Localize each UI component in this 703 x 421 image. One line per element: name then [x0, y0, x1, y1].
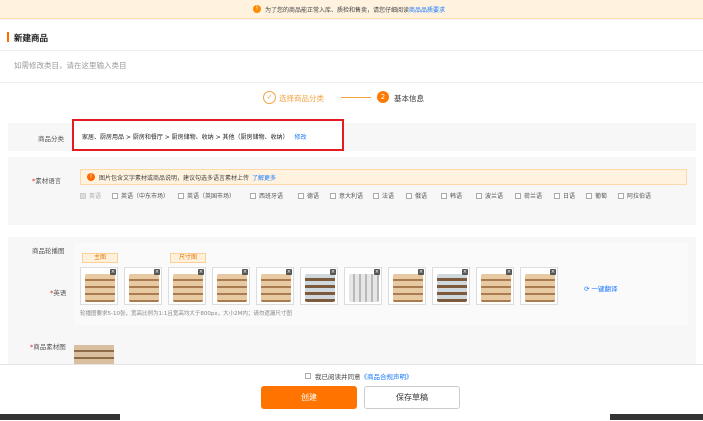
checkbox-icon[interactable]	[554, 192, 560, 199]
product-image-thumb[interactable]: ×	[344, 267, 382, 305]
main-image-tag: 主图	[82, 253, 118, 263]
title-accent-bar	[7, 32, 9, 42]
remove-image-icon[interactable]: ×	[462, 269, 468, 275]
product-image-thumb[interactable]: ×	[520, 267, 558, 305]
remove-image-icon[interactable]: ×	[242, 269, 248, 275]
checkbox-icon[interactable]	[330, 192, 336, 199]
language-option[interactable]: 英语（英国市场）	[178, 191, 235, 200]
product-image-thumb[interactable]: ×	[300, 267, 338, 305]
page-title: 新建商品	[14, 34, 49, 44]
checkbox-icon[interactable]	[178, 192, 184, 199]
carousel-images-label: 商品轮播图	[32, 247, 65, 255]
language-option[interactable]: 日语	[554, 191, 575, 200]
language-option[interactable]: 法语	[373, 191, 394, 200]
create-button[interactable]: 创建	[261, 386, 357, 409]
material-language-label: *素材语言	[32, 177, 62, 185]
language-tip-text: 图片包含文字素材或商品说明，建议勾选多语言素材上传 了解更多	[99, 175, 277, 182]
language-option[interactable]: 韩语	[441, 191, 462, 200]
checkbox-icon[interactable]	[515, 192, 521, 199]
product-image-thumb[interactable]: ×	[432, 267, 470, 305]
category-edit-link[interactable]: 修改	[295, 134, 307, 141]
notice-bar: ! 为了您的商品能正常入库、质检和售卖，请您仔细阅读商品品质要求	[0, 0, 703, 19]
checkbox-icon[interactable]	[298, 192, 304, 199]
language-option[interactable]: 英语	[80, 191, 101, 200]
material-language-row: *素材语言 ! 图片包含文字素材或商品说明，建议勾选多语言素材上传 了解更多 英语…	[8, 157, 696, 225]
product-image-thumb[interactable]: ×	[212, 267, 250, 305]
step-1-check-icon: ✓	[263, 91, 276, 104]
one-click-translate-button[interactable]: ⟳ 一键翻译	[584, 283, 618, 293]
agree-checkbox-row[interactable]: 我已阅读并同意 《商品合规声明》	[305, 371, 413, 381]
remove-image-icon[interactable]: ×	[506, 269, 512, 275]
step-2-label: 基本信息	[394, 94, 424, 103]
checkbox-icon[interactable]	[112, 192, 118, 199]
info-icon: !	[87, 173, 95, 181]
step-indicator: ✓ 选择商品分类 2 基本信息	[263, 91, 443, 105]
language-option[interactable]: 意大利语	[330, 191, 363, 200]
language-option[interactable]: 英语（中东市场）	[112, 191, 169, 200]
notice-text: 为了您的商品能正常入库、质检和售卖，请您仔细阅读商品品质要求	[265, 7, 446, 14]
category-label: 商品分类	[38, 135, 64, 143]
form-main: ✓ 选择商品分类 2 基本信息 商品分类 家居、厨房用品 > 厨房和餐厅 > 厨…	[0, 82, 703, 368]
learn-more-link[interactable]: 了解更多	[252, 175, 276, 182]
form-footer: 我已阅读并同意 《商品合规声明》 创建 保存草稿	[0, 364, 703, 421]
product-image-thumb[interactable]: ×	[388, 267, 426, 305]
language-option[interactable]: 德语	[298, 191, 319, 200]
product-image-thumb[interactable]: ×	[80, 267, 118, 305]
remove-image-icon[interactable]: ×	[198, 269, 204, 275]
warning-icon: !	[253, 5, 261, 13]
remove-image-icon[interactable]: ×	[110, 269, 116, 275]
product-image-thumb[interactable]: ×	[476, 267, 514, 305]
language-option[interactable]: 阿拉伯语	[618, 191, 651, 200]
carousel-images-row: 商品轮播图 主图 尺寸图 *英语 × × × × × × × × × × × ⟳…	[8, 237, 696, 367]
category-path: 家居、厨房用品 > 厨房和餐厅 > 厨房储物、收纳 > 其他（厨房储物、收纳） 修…	[82, 132, 307, 141]
carousel-hint: 轮播图要求5-10张，宽高比例为1:1且宽高均大于800px，大小2M内；请勿遗…	[80, 311, 292, 317]
remove-image-icon[interactable]: ×	[418, 269, 424, 275]
language-option[interactable]: 波兰语	[476, 191, 503, 200]
save-draft-button[interactable]: 保存草稿	[364, 386, 460, 409]
checkbox-icon[interactable]	[441, 192, 447, 199]
language-option[interactable]: 葡萄	[586, 191, 607, 200]
language-options: 英语 英语（中东市场） 英语（英国市场） 西班牙语 德语 意大利语 法语 俄语 …	[80, 191, 690, 203]
remove-image-icon[interactable]: ×	[330, 269, 336, 275]
taskbar-segment	[610, 414, 703, 420]
step-2-number: 2	[377, 91, 389, 103]
page-header: 新建商品 如需修改类目，请在这里输入类目	[0, 20, 703, 82]
checkbox-icon[interactable]	[476, 192, 482, 199]
image-upload-area: 主图 尺寸图 *英语 × × × × × × × × × × × ⟳ 一键翻译 …	[50, 243, 688, 325]
remove-image-icon[interactable]: ×	[374, 269, 380, 275]
compliance-statement-link[interactable]: 《商品合规声明》	[361, 371, 413, 381]
product-image-thumb[interactable]: ×	[256, 267, 294, 305]
quality-requirements-link[interactable]: 商品品质要求	[409, 7, 445, 14]
remove-image-icon[interactable]: ×	[286, 269, 292, 275]
product-image-thumb[interactable]: ×	[168, 267, 206, 305]
step-1-label[interactable]: 选择商品分类	[279, 93, 324, 104]
remove-image-icon[interactable]: ×	[550, 269, 556, 275]
remove-image-icon[interactable]: ×	[154, 269, 160, 275]
language-tip-banner: ! 图片包含文字素材或商品说明，建议勾选多语言素材上传 了解更多	[80, 169, 687, 185]
checkbox-icon[interactable]	[406, 192, 412, 199]
checkbox-icon[interactable]	[250, 192, 256, 199]
language-option[interactable]: 西班牙语	[250, 191, 283, 200]
size-image-tag: 尺寸图	[170, 253, 206, 263]
category-search-input[interactable]: 如需修改类目，请在这里输入类目	[14, 60, 127, 71]
material-image-label: *商品素材图	[30, 343, 66, 351]
language-option[interactable]: 荷兰语	[515, 191, 542, 200]
language-option[interactable]: 俄语	[406, 191, 427, 200]
checkbox-icon[interactable]	[586, 192, 592, 199]
checkbox-icon[interactable]	[618, 192, 624, 199]
header-divider	[0, 50, 703, 51]
taskbar-segment	[0, 414, 120, 420]
image-language-label: *英语	[50, 289, 67, 297]
checkbox-icon[interactable]	[373, 192, 379, 199]
step-connector	[341, 97, 371, 98]
agree-checkbox[interactable]	[305, 373, 311, 379]
category-path-box: 家居、厨房用品 > 厨房和餐厅 > 厨房储物、收纳 > 其他（厨房储物、收纳） 修…	[72, 119, 344, 151]
product-image-thumb[interactable]: ×	[124, 267, 162, 305]
taskbar-strip	[0, 414, 703, 420]
category-path-text: 家居、厨房用品 > 厨房和餐厅 > 厨房储物、收纳 > 其他（厨房储物、收纳）	[82, 134, 289, 141]
checkbox-icon[interactable]	[80, 192, 86, 199]
